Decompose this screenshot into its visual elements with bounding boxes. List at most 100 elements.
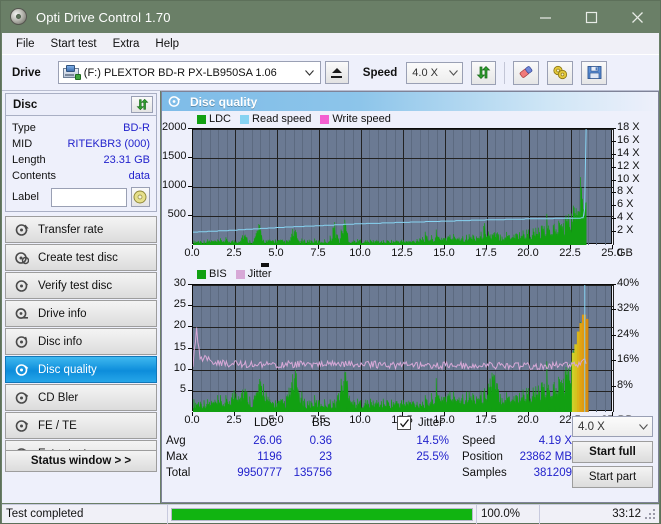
menu-extra[interactable]: Extra [105, 36, 148, 52]
disc-box-title: Disc [13, 98, 38, 111]
disc-row-key: MID [12, 138, 33, 150]
stats-total-ldc: 9950777 [237, 467, 282, 479]
stats-avg-bis: 0.36 [309, 435, 332, 447]
app-window: Opti Drive Control 1.70 File Start test … [0, 0, 661, 524]
x-tick-mark [444, 245, 445, 249]
legend-label: Jitter [247, 268, 272, 280]
y2-tick-label: 6 X [617, 198, 634, 211]
sidebar-item-label: CD Bler [38, 391, 79, 404]
chart-legend-0: LDC Read speed Write speed [197, 113, 397, 125]
sidebar-item-label: Transfer rate [38, 223, 104, 236]
save-button[interactable] [581, 60, 608, 85]
status-divider [167, 504, 168, 524]
sidebar-item-cd-bler[interactable]: CD Bler [5, 384, 157, 411]
disc-box-header: Disc [6, 94, 156, 116]
sidebar-item-fe-te[interactable]: FE / TE [5, 412, 157, 439]
sidebar-item-transfer-rate[interactable]: Transfer rate [5, 216, 157, 243]
x-tick-mark [528, 245, 529, 249]
y2-tick-label: 18 X [617, 121, 640, 133]
sidebar-item-create-test-disc[interactable]: Create test disc [5, 244, 157, 271]
speed-select-value: 4.0 X [412, 66, 438, 79]
jitter-checkbox[interactable] [397, 416, 411, 430]
sidebar-item-disc-info[interactable]: Disc info [5, 328, 157, 355]
stats-col-ldc: LDC [254, 417, 278, 429]
legend-label: LDC [209, 113, 232, 125]
y2-tick-mark [612, 335, 616, 336]
close-icon[interactable] [614, 1, 660, 33]
window-title: Opti Drive Control 1.70 [36, 9, 171, 25]
drive-toolbar: Drive (F:) PLEXTOR BD-R PX-LB950SA 1.06 … [2, 55, 659, 91]
y2-tick-label: 40% [617, 277, 640, 289]
bitsetting-button[interactable] [547, 60, 574, 85]
y-tick-mark [188, 369, 192, 370]
disc-label-input[interactable] [50, 187, 127, 207]
disc-row-length: Length 23.31 GB [12, 152, 150, 168]
x-tick-mark [234, 245, 235, 249]
disc-row-type: Type BD-R [12, 120, 150, 136]
speed-stat-label: Speed [462, 435, 496, 447]
x-axis-unit-label: GB [617, 247, 633, 259]
x-tick-mark [318, 245, 319, 249]
gridline-v [613, 285, 614, 412]
sidebar-item-label: Create test disc [38, 251, 118, 264]
legend-swatch [240, 114, 250, 124]
panel-title: Disc quality [190, 94, 258, 109]
stats-avg-ldc: 26.06 [253, 435, 282, 447]
menu-help[interactable]: Help [147, 36, 187, 52]
test-speed-select[interactable]: 4.0 X [572, 416, 653, 437]
disc-row-key: Length [12, 154, 46, 166]
panel-header: Disc quality [162, 92, 658, 111]
y2-tick-mark [612, 128, 616, 129]
legend-label: Read speed [252, 113, 312, 125]
progress-percent: 100.0% [481, 508, 521, 520]
resize-grip[interactable] [645, 509, 657, 521]
eject-button[interactable] [324, 61, 349, 84]
erase-button[interactable] [513, 60, 540, 85]
speed-select[interactable]: 4.0 X [406, 61, 464, 84]
legend-swatch [197, 269, 206, 279]
sidebar-item-label: Drive info [38, 307, 87, 320]
series-ldc [193, 177, 587, 245]
plot-area-0 [192, 128, 614, 245]
drive-select[interactable]: (F:) PLEXTOR BD-R PX-LB950SA 1.06 [57, 61, 321, 84]
stats-row-total-key: Total [166, 467, 191, 479]
maximize-icon[interactable] [568, 1, 614, 33]
menu-file[interactable]: File [8, 36, 43, 52]
stats-max-bis: 23 [319, 451, 332, 463]
plot-area-1 [192, 284, 614, 412]
y-tick-label: 2000 [162, 121, 187, 133]
x-tick-mark [360, 245, 361, 249]
disc-verify-icon [12, 279, 32, 293]
y2-tick-label: 8% [617, 378, 633, 391]
x-tick-mark [570, 245, 571, 249]
test-speed-value: 4.0 X [578, 420, 605, 433]
y2-tick-label: 14 X [617, 146, 640, 159]
disc-refresh-button[interactable] [131, 96, 153, 113]
stats-total-bis: 135756 [293, 467, 332, 479]
stats-row-avg-key: Avg [166, 435, 186, 447]
disc-label-button[interactable] [130, 187, 150, 207]
sidebar-item-verify-test-disc[interactable]: Verify test disc [5, 272, 157, 299]
sidebar-item-drive-info[interactable]: Drive info [5, 300, 157, 327]
eraser-icon [519, 66, 533, 78]
status-window-button[interactable]: Status window > > [5, 450, 157, 472]
y2-tick-mark [612, 231, 616, 232]
y2-tick-mark [612, 218, 616, 219]
stats-row-max-key: Max [166, 451, 188, 463]
y-tick-mark [188, 390, 192, 391]
samples-stat-label: Samples [462, 467, 507, 479]
y-tick-label: 10 [173, 361, 186, 374]
disc-properties: Type BD-R MID RITEKBR3 (000) Length 23.3… [6, 116, 156, 207]
refresh-button[interactable] [471, 60, 497, 85]
start-part-button[interactable]: Start part [572, 466, 653, 488]
disc-quality-icon [168, 95, 182, 108]
disc-row-contents: Contents data [12, 168, 150, 184]
sidebar-item-disc-quality[interactable]: Disc quality [5, 356, 157, 383]
nav-list: Transfer rate Create test disc Verify te… [5, 216, 157, 468]
menu-start-test[interactable]: Start test [43, 36, 105, 52]
status-bar: Test completed 100.0% 33:12 [2, 504, 659, 524]
minimize-icon[interactable] [522, 1, 568, 33]
start-full-button[interactable]: Start full [572, 441, 653, 463]
x-tick-mark [402, 245, 403, 249]
y-tick-label: 500 [167, 208, 186, 220]
